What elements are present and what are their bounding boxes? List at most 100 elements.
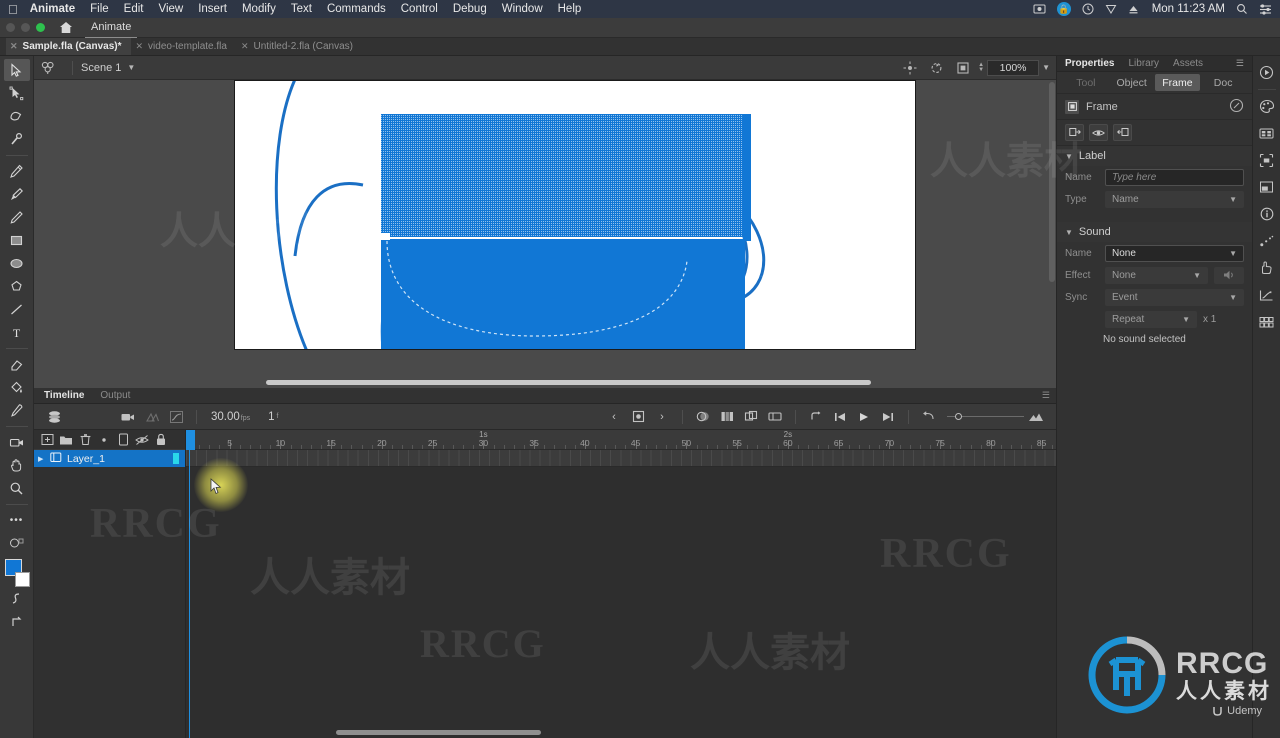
- label-type-dropdown[interactable]: Name ▼: [1105, 190, 1244, 208]
- frame-size-icon[interactable]: [1024, 407, 1048, 427]
- panel-menu-icon[interactable]: ☰: [1042, 390, 1056, 401]
- edit-scene-icon[interactable]: [40, 60, 56, 75]
- tab-library[interactable]: Library: [1128, 58, 1159, 69]
- zoom-value[interactable]: 100%: [987, 59, 1040, 76]
- transform-icon[interactable]: [1256, 175, 1278, 199]
- eraser-tool[interactable]: [4, 353, 30, 375]
- segment-frame[interactable]: Frame: [1154, 74, 1201, 91]
- time-machine-icon[interactable]: [1082, 3, 1094, 15]
- onion-outline-icon[interactable]: [691, 407, 715, 427]
- swatches-icon[interactable]: [1256, 310, 1278, 334]
- apple-icon[interactable]: : [8, 2, 18, 17]
- hide-layer-icon[interactable]: [133, 431, 151, 449]
- rectangle-tool[interactable]: [4, 229, 30, 251]
- doc-tab-untitled-2[interactable]: ✕ Untitled-2.fla (Canvas): [237, 38, 363, 55]
- menu-item-text[interactable]: Text: [291, 3, 312, 15]
- frames-rows[interactable]: [186, 450, 1056, 738]
- line-tool[interactable]: [4, 298, 30, 320]
- playhead-head[interactable]: [186, 430, 195, 450]
- center-stage-icon[interactable]: [903, 61, 917, 75]
- zoom-dot[interactable]: [36, 23, 45, 32]
- scene-name-label[interactable]: Scene 1: [81, 62, 121, 74]
- home-icon[interactable]: [59, 21, 73, 34]
- prev-keyframe-icon[interactable]: ‹: [602, 407, 626, 427]
- segment-tool[interactable]: Tool: [1063, 74, 1109, 91]
- sound-repeat-count[interactable]: x 1: [1203, 314, 1216, 325]
- properties-segmented-control[interactable]: Tool Object Frame Doc: [1057, 72, 1252, 94]
- polygon-tool[interactable]: [4, 275, 30, 297]
- oval-tool[interactable]: [4, 252, 30, 274]
- menu-item-debug[interactable]: Debug: [453, 3, 487, 15]
- reset-zoom-icon[interactable]: [917, 407, 941, 427]
- screen-share-icon[interactable]: [1033, 4, 1046, 15]
- rotate-icon[interactable]: [929, 61, 944, 75]
- zoom-stepper[interactable]: ▲ ▼: [978, 62, 984, 73]
- frame-view-icon[interactable]: [763, 407, 787, 427]
- chevron-down-icon[interactable]: ▼: [1065, 152, 1073, 161]
- timeline-zoom-slider[interactable]: [947, 413, 1024, 420]
- playhead[interactable]: [189, 430, 190, 738]
- selection-tool[interactable]: [3, 59, 30, 81]
- sound-edit-icon[interactable]: [1214, 266, 1244, 284]
- play-circle-icon[interactable]: [1256, 60, 1278, 84]
- tab-timeline[interactable]: Timeline: [44, 390, 84, 401]
- frame-strip-layer1[interactable]: [186, 450, 1056, 467]
- camera-tool[interactable]: [4, 431, 30, 453]
- timeline-ruler[interactable]: 5101520253035404550556065707580859095100…: [186, 430, 1056, 450]
- tab-output[interactable]: Output: [100, 390, 130, 401]
- add-folder-icon[interactable]: [57, 431, 75, 449]
- actions-icon[interactable]: [1229, 98, 1244, 116]
- menu-item-window[interactable]: Window: [502, 3, 543, 15]
- label-section-header[interactable]: ▼ Label: [1057, 146, 1252, 166]
- minimize-dot[interactable]: [21, 23, 30, 32]
- eject-icon[interactable]: [1128, 4, 1139, 15]
- graph-icon[interactable]: [1256, 283, 1278, 307]
- eyedropper-tool[interactable]: [4, 399, 30, 421]
- menu-item-control[interactable]: Control: [401, 3, 438, 15]
- control-center-icon[interactable]: [1259, 3, 1272, 15]
- smooth-option-icon[interactable]: [4, 587, 30, 609]
- menu-item-insert[interactable]: Insert: [198, 3, 227, 15]
- free-transform-tool[interactable]: [4, 105, 30, 127]
- step-back-icon[interactable]: [828, 407, 852, 427]
- lock-layer-icon[interactable]: [152, 431, 170, 449]
- shield-icon[interactable]: [1105, 3, 1117, 15]
- menu-item-animate[interactable]: Animate: [30, 3, 75, 15]
- frames-column[interactable]: 5101520253035404550556065707580859095100…: [186, 430, 1056, 738]
- current-frame-value[interactable]: 1: [268, 411, 274, 423]
- timeline-zoom-knob[interactable]: [955, 413, 962, 420]
- menu-item-commands[interactable]: Commands: [327, 3, 386, 15]
- layer-expand-icon[interactable]: ▶: [38, 455, 45, 463]
- close-icon[interactable]: ✕: [10, 41, 18, 52]
- timeline-zoom-track[interactable]: [962, 416, 1024, 417]
- onion-multiple-icon[interactable]: [715, 407, 739, 427]
- layer-row[interactable]: ▶ Layer_1: [34, 450, 185, 467]
- close-icon[interactable]: ✕: [135, 41, 143, 52]
- layer-depth-icon[interactable]: [42, 407, 66, 427]
- onion-icon[interactable]: [1089, 124, 1108, 141]
- chevron-down-icon[interactable]: ▼: [1065, 228, 1073, 237]
- doc-tab-sample[interactable]: ✕ Sample.fla (Canvas)*: [6, 38, 132, 55]
- insert-frame-icon[interactable]: [1065, 124, 1084, 141]
- segment-object[interactable]: Object: [1109, 74, 1155, 91]
- stage-area[interactable]: [34, 80, 1056, 388]
- sound-sync-dropdown[interactable]: Event ▼: [1105, 288, 1244, 306]
- pen-tool[interactable]: [4, 160, 30, 182]
- next-keyframe-icon[interactable]: ›: [650, 407, 674, 427]
- pencil-tool[interactable]: [4, 206, 30, 228]
- align-icon[interactable]: [1256, 148, 1278, 172]
- stage-vertical-scrollbar[interactable]: [1049, 82, 1055, 282]
- paint-bucket-tool[interactable]: [4, 376, 30, 398]
- timeline-horizontal-scrollbar[interactable]: [336, 730, 1032, 735]
- straighten-option-icon[interactable]: [4, 610, 30, 632]
- stroke-color-swatch[interactable]: [14, 572, 30, 587]
- tab-properties[interactable]: Properties: [1065, 58, 1114, 69]
- sound-name-dropdown[interactable]: None ▼: [1105, 244, 1244, 262]
- segment-doc[interactable]: Doc: [1200, 74, 1246, 91]
- play-icon[interactable]: [852, 407, 876, 427]
- panel-menu-icon[interactable]: ☰: [1236, 58, 1244, 69]
- layer-keyframe-marker[interactable]: [173, 453, 179, 464]
- menu-item-view[interactable]: View: [158, 3, 183, 15]
- subselection-tool[interactable]: [4, 82, 30, 104]
- color-palette-icon[interactable]: [1256, 94, 1278, 118]
